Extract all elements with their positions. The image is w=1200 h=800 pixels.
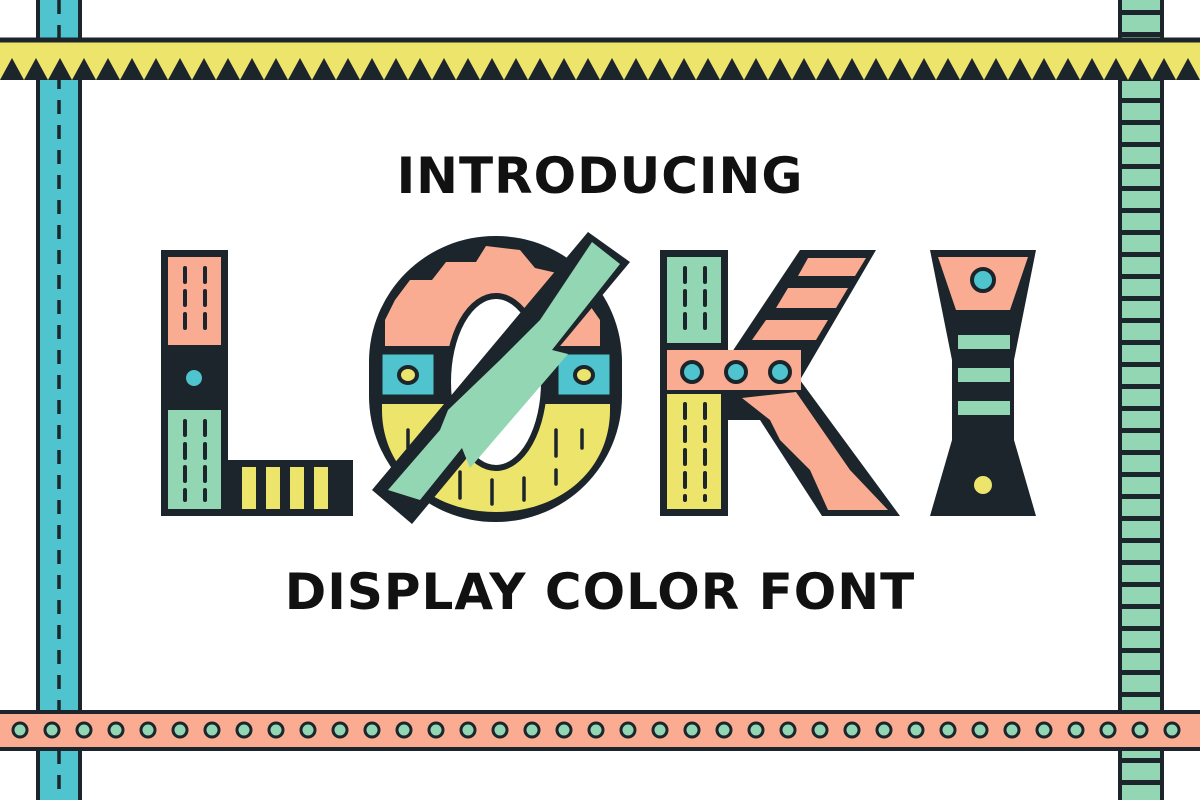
band-dot (939, 721, 957, 739)
ribbon-rung (1120, 450, 1162, 455)
letter-k (660, 250, 900, 516)
band-dot (555, 721, 573, 739)
ribbon-rung (1120, 10, 1162, 15)
headline-introducing: INTRODUCING (396, 147, 804, 205)
top-zigzag-band (0, 37, 1200, 80)
band-dot (395, 721, 413, 739)
band-dot (1067, 721, 1085, 739)
band-dot (43, 721, 61, 739)
band-dot (1099, 721, 1117, 739)
left-dashed-ribbon (36, 0, 82, 800)
band-dot (171, 721, 189, 739)
band-dot (907, 721, 925, 739)
loki-logo (161, 232, 1036, 524)
ribbon-rung (1120, 538, 1162, 543)
ribbon-rung (1120, 120, 1162, 125)
letter-o-slash (369, 232, 630, 524)
ribbon-rung (1120, 758, 1162, 763)
band-dot (971, 721, 989, 739)
ribbon-rung (1120, 208, 1162, 213)
ribbon-rung (1120, 230, 1162, 235)
ribbon-rung (1120, 362, 1162, 367)
band-dot (875, 721, 893, 739)
ribbon-rung (1120, 252, 1162, 257)
band-dot (587, 721, 605, 739)
ribbon-rung (1120, 340, 1162, 345)
band-dot (75, 721, 93, 739)
band-dot (139, 721, 157, 739)
band-dot (427, 721, 445, 739)
band-dot (747, 721, 765, 739)
band-dot (1131, 721, 1149, 739)
ribbon-rung (1120, 626, 1162, 631)
band-dot (459, 721, 477, 739)
band-dot (299, 721, 317, 739)
band-dot (779, 721, 797, 739)
ribbon-rung (1120, 384, 1162, 389)
band-dot (363, 721, 381, 739)
ribbon-rung (1120, 692, 1162, 697)
font-poster (0, 0, 1200, 800)
ribbon-rung (1120, 32, 1162, 37)
band-dot (523, 721, 541, 739)
ribbon-rung (1120, 274, 1162, 279)
ribbon-rung (1120, 98, 1162, 103)
ribbon-rung (1120, 648, 1162, 653)
band-dot (1035, 721, 1053, 739)
ribbon-rung (1120, 472, 1162, 477)
ribbon-rung (1120, 670, 1162, 675)
band-dot (11, 721, 29, 739)
right-striped-ribbon (1118, 0, 1164, 800)
band-dot (811, 721, 829, 739)
ribbon-rung (1120, 494, 1162, 499)
band-dot (683, 721, 701, 739)
ribbon-rung (1120, 406, 1162, 411)
band-dot (843, 721, 861, 739)
ribbon-rung (1120, 296, 1162, 301)
letter-i (930, 250, 1036, 516)
headline-display-color-font: DISPLAY COLOR FONT (284, 563, 916, 621)
band-dot (651, 721, 669, 739)
ribbon-rung (1120, 516, 1162, 521)
ribbon-rung (1120, 428, 1162, 433)
band-dot (1163, 721, 1181, 739)
ribbon-rung (1120, 318, 1162, 323)
band-dot (267, 721, 285, 739)
band-dot (715, 721, 733, 739)
letter-l (161, 250, 353, 516)
bottom-dotted-band (0, 710, 1200, 751)
band-dot (331, 721, 349, 739)
band-dot (107, 721, 125, 739)
band-dot (203, 721, 221, 739)
band-dot (235, 721, 253, 739)
band-dot (619, 721, 637, 739)
band-dot (491, 721, 509, 739)
band-dot (1003, 721, 1021, 739)
ribbon-rung (1120, 780, 1162, 785)
